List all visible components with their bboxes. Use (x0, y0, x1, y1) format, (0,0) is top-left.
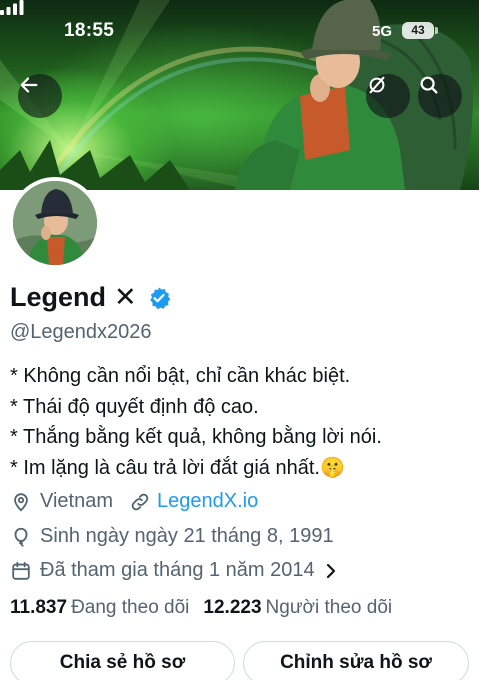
bio-line: * Không cần nổi bật, chỉ cần khác biệt. (10, 365, 351, 387)
profile-birthday: Sinh ngày ngày 21 tháng 8, 1991 (40, 525, 334, 547)
profile-banner[interactable]: 18:55 5G 43 (0, 0, 479, 190)
avatar[interactable] (9, 177, 101, 269)
battery-indicator: 43 (402, 22, 438, 39)
location-website-row: Vietnam LegendX.io (10, 490, 258, 513)
network-type: 5G (372, 23, 393, 40)
avatar-image (13, 181, 97, 265)
spam-filter-button[interactable] (366, 74, 410, 118)
balloon-icon (14, 527, 28, 547)
location-pin-icon (14, 492, 28, 512)
profile-joined-date: Đã tham gia tháng 1 năm 2014 (40, 559, 315, 581)
display-name: Legend (10, 282, 107, 312)
back-arrow-icon (20, 77, 38, 93)
edit-profile-button[interactable]: Chỉnh sửa hồ sơ (243, 641, 469, 680)
signal-icon (0, 0, 24, 15)
bio-line: * Thắng bằng kết quả, không bằng lời nói… (10, 426, 382, 448)
user-handle: @Legendx2026 (10, 321, 152, 343)
profile-bio: * Không cần nổi bật, chỉ cần khác biệt. … (10, 361, 382, 483)
following-label: Đang theo dõi (71, 597, 190, 618)
search-icon (420, 76, 438, 94)
verified-badge-icon[interactable] (147, 286, 171, 310)
birthday-row: Sinh ngày ngày 21 tháng 8, 1991 (10, 525, 334, 548)
followers-count: 12.223 (203, 597, 262, 618)
name-row: Legend ✕ (10, 282, 171, 313)
bio-line: * Thái độ quyết định độ cao. (10, 395, 259, 418)
status-time: 18:55 (64, 20, 115, 41)
following-count: 11.837 (10, 597, 68, 618)
joined-row[interactable]: Đã tham gia tháng 1 năm 2014 (10, 559, 339, 582)
link-icon (131, 493, 149, 510)
search-button[interactable] (418, 74, 462, 118)
calendar-icon (12, 561, 30, 580)
no-spam-icon (369, 76, 385, 94)
name-badge-glyph: ✕ (114, 282, 137, 312)
chevron-right-icon (326, 563, 335, 578)
followers-label: Người theo dõi (265, 597, 393, 618)
profile-website-link[interactable]: LegendX.io (157, 490, 258, 513)
bio-line: * Im lặng là câu trả lời đắt giá nhất.🤫 (10, 456, 345, 479)
profile-location: Vietnam (40, 490, 114, 512)
share-profile-button[interactable]: Chia sẻ hồ sơ (10, 641, 235, 680)
followers-stat[interactable]: 12.223 Người theo dõi (203, 597, 392, 619)
following-stat[interactable]: 11.837 Đang theo dõi (10, 597, 189, 619)
follow-stats: 11.837 Đang theo dõi 12.223 Người theo dõi (10, 597, 392, 619)
status-bar: 18:55 5G 43 (0, 0, 479, 60)
back-button[interactable] (18, 74, 62, 118)
